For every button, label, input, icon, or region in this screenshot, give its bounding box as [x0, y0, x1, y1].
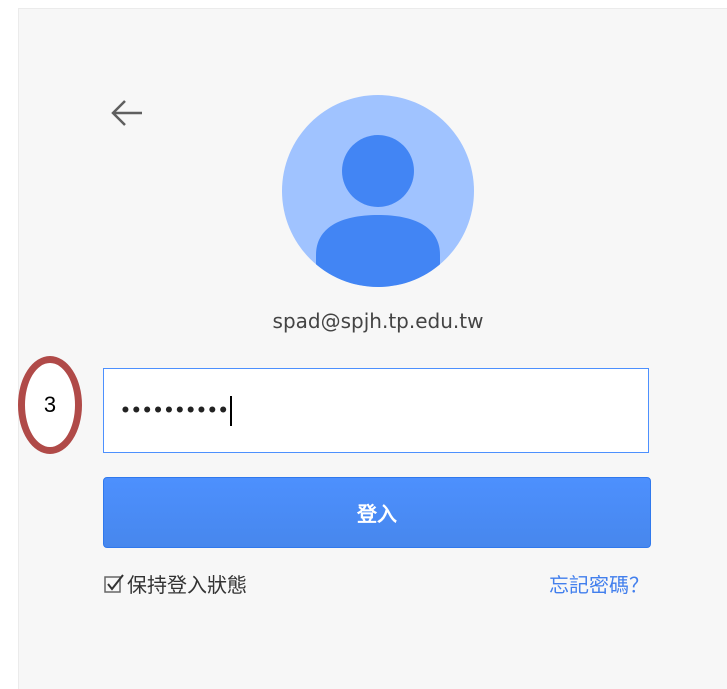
remember-me-checkbox[interactable]: 保持登入狀態: [103, 569, 247, 598]
checkmark-icon: [104, 573, 124, 593]
password-input[interactable]: ••••••••••: [103, 368, 649, 453]
remember-me-label: 保持登入狀態: [127, 573, 247, 597]
account-email: spad@spjh.tp.edu.tw: [272, 309, 484, 333]
signin-button[interactable]: 登入: [103, 477, 651, 548]
step-annotation-badge: 3: [18, 356, 82, 454]
back-arrow-icon[interactable]: [110, 98, 144, 128]
text-caret: [229, 395, 232, 426]
forgot-password-link[interactable]: 忘記密碼？: [549, 569, 649, 598]
password-masked-value: ••••••••••: [120, 400, 229, 421]
user-avatar-icon: [282, 95, 474, 287]
